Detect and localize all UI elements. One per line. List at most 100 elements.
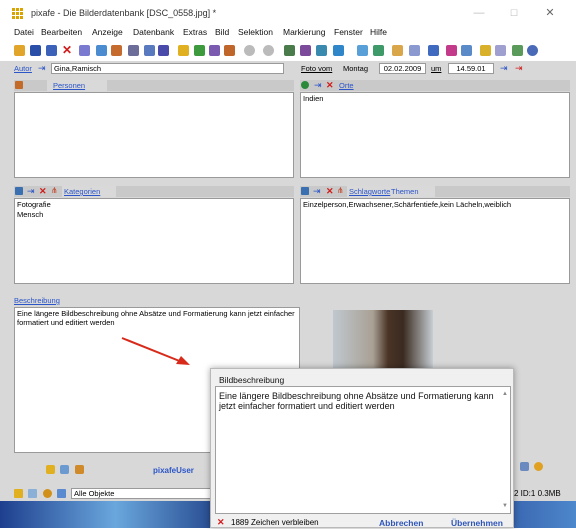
menu-datenbank[interactable]: Datenbank (133, 27, 174, 37)
globe-icon[interactable] (301, 81, 309, 89)
keywords-icon[interactable] (301, 187, 309, 195)
menu-selektion[interactable]: Selektion (238, 27, 273, 37)
status-info: 2 ID:1 0.3MB (514, 489, 561, 498)
slideshow-icon[interactable] (461, 45, 472, 56)
menu-anzeige[interactable]: Anzeige (92, 27, 123, 37)
view-grid-icon[interactable] (357, 45, 368, 56)
search-icon[interactable] (158, 45, 169, 56)
image-icon[interactable] (333, 45, 344, 56)
crop-icon[interactable] (428, 45, 439, 56)
app-icon (12, 8, 23, 19)
back-icon[interactable] (244, 45, 255, 56)
clock-icon[interactable] (534, 462, 543, 471)
refresh-icon[interactable] (512, 45, 523, 56)
assign-date-icon[interactable]: ⇥ (500, 63, 508, 74)
person-icon[interactable] (224, 45, 235, 56)
persons-icon[interactable] (15, 81, 23, 89)
tag-icon[interactable] (144, 45, 155, 56)
monitor-status-icon[interactable] (28, 489, 37, 498)
folder-status-icon[interactable] (14, 489, 23, 498)
save-as-icon[interactable] (46, 45, 57, 56)
places-panel[interactable]: Indien (300, 92, 570, 178)
folder-icon[interactable] (480, 45, 491, 56)
rotate-icon[interactable] (392, 45, 403, 56)
assign-category-icon[interactable]: ⇥ (27, 186, 35, 197)
save-icon[interactable] (30, 45, 41, 56)
photo-preview[interactable] (333, 310, 433, 376)
shield-status-icon[interactable] (43, 489, 52, 498)
photo-date-label: Foto vom (301, 64, 333, 73)
print-icon[interactable] (495, 45, 506, 56)
menu-extras[interactable]: Extras (183, 27, 207, 37)
minimize-button[interactable]: — (468, 5, 490, 21)
clear-date-icon[interactable]: ⇥ (515, 63, 523, 74)
keywords-label[interactable]: Schlagworte (349, 187, 390, 196)
close-button[interactable]: ✕ (539, 5, 561, 21)
description-dialog: Bildbeschreibung Eine längere Bildbeschr… (210, 368, 514, 528)
filter-icon[interactable] (209, 45, 220, 56)
author-label[interactable]: Autor (14, 64, 32, 73)
keywords-label-extra[interactable]: Themen (391, 187, 419, 196)
delete-keyword-icon[interactable]: ✕ (326, 187, 334, 196)
delete-place-icon[interactable]: ✕ (326, 81, 334, 90)
date-field[interactable]: 02.02.2009 (379, 63, 426, 74)
link-icon[interactable] (300, 45, 311, 56)
menu-hilfe[interactable]: Hilfe (370, 27, 387, 37)
tree-icon[interactable]: ⋔ (51, 186, 58, 195)
categories-label[interactable]: Kategorien (64, 187, 100, 196)
menu-markierung[interactable]: Markierung (283, 27, 326, 37)
categories-icon[interactable] (15, 187, 23, 195)
apply-button[interactable]: Übernehmen (451, 518, 503, 528)
edit-icon[interactable] (75, 465, 84, 474)
author-field[interactable]: Gina,Ramisch (51, 63, 284, 74)
persons-panel[interactable] (14, 92, 294, 178)
scroll-down-icon[interactable]: ▼ (502, 503, 508, 509)
category-item: Fotografie (17, 200, 51, 209)
delete-icon[interactable]: ✕ (62, 44, 73, 56)
font-icon[interactable] (128, 45, 139, 56)
filter-field[interactable]: Alle Objekte (71, 488, 211, 499)
view-list-icon[interactable] (373, 45, 384, 56)
forward-icon[interactable] (263, 45, 274, 56)
menu-bearbeiten[interactable]: Bearbeiten (41, 27, 82, 37)
assign-keyword-icon[interactable]: ⇥ (313, 186, 321, 197)
keyword-tree-icon[interactable]: ⋔ (337, 186, 344, 195)
scroll-up-icon[interactable]: ▲ (502, 391, 508, 397)
arrow-annotation (121, 337, 190, 365)
assign-place-icon[interactable]: ⇥ (314, 80, 322, 91)
tools-icon[interactable] (316, 45, 327, 56)
time-field[interactable]: 14.59.01 (448, 63, 494, 74)
users-status-icon[interactable] (57, 489, 66, 498)
places-content: Indien (303, 94, 324, 103)
assign-author-icon[interactable]: ⇥ (38, 63, 46, 74)
categories-panel[interactable]: Fotografie Mensch (14, 198, 294, 284)
settings-icon[interactable] (284, 45, 295, 56)
persons-label[interactable]: Personen (53, 81, 85, 90)
open-icon[interactable] (14, 45, 25, 56)
cancel-button[interactable]: Abbrechen (379, 518, 423, 528)
find-icon[interactable] (178, 45, 189, 56)
chars-remaining: 1889 Zeichen verbleiben (231, 518, 319, 527)
menu-datei[interactable]: Datei (14, 27, 34, 37)
maximize-button[interactable]: ☐ (503, 5, 525, 21)
undo-icon[interactable] (79, 45, 90, 56)
mark-icon[interactable] (446, 45, 457, 56)
user-label: pixafeUser (153, 466, 194, 475)
dialog-footer: ✕ 1889 Zeichen verbleiben Abbrechen Über… (211, 515, 513, 529)
description-label[interactable]: Beschreibung (14, 296, 60, 305)
export-icon[interactable] (111, 45, 122, 56)
gallery-icon[interactable] (520, 462, 529, 471)
keywords-panel[interactable]: Einzelperson,Erwachsener,Schärfentiefe,k… (300, 198, 570, 284)
help-icon[interactable] (527, 45, 538, 56)
compare-icon[interactable] (409, 45, 420, 56)
menu-fenster[interactable]: Fenster (334, 27, 363, 37)
menu-bild[interactable]: Bild (215, 27, 229, 37)
add-person-icon[interactable] (46, 465, 55, 474)
dialog-textarea[interactable]: Eine längere Bildbeschreibung ohne Absät… (215, 386, 511, 514)
group-icon[interactable] (60, 465, 69, 474)
import-icon[interactable] (96, 45, 107, 56)
binoculars-icon[interactable] (194, 45, 205, 56)
description-content: Eine längere Bildbeschreibung ohne Absät… (17, 309, 295, 327)
places-label[interactable]: Orte (339, 81, 354, 90)
delete-category-icon[interactable]: ✕ (39, 187, 47, 196)
